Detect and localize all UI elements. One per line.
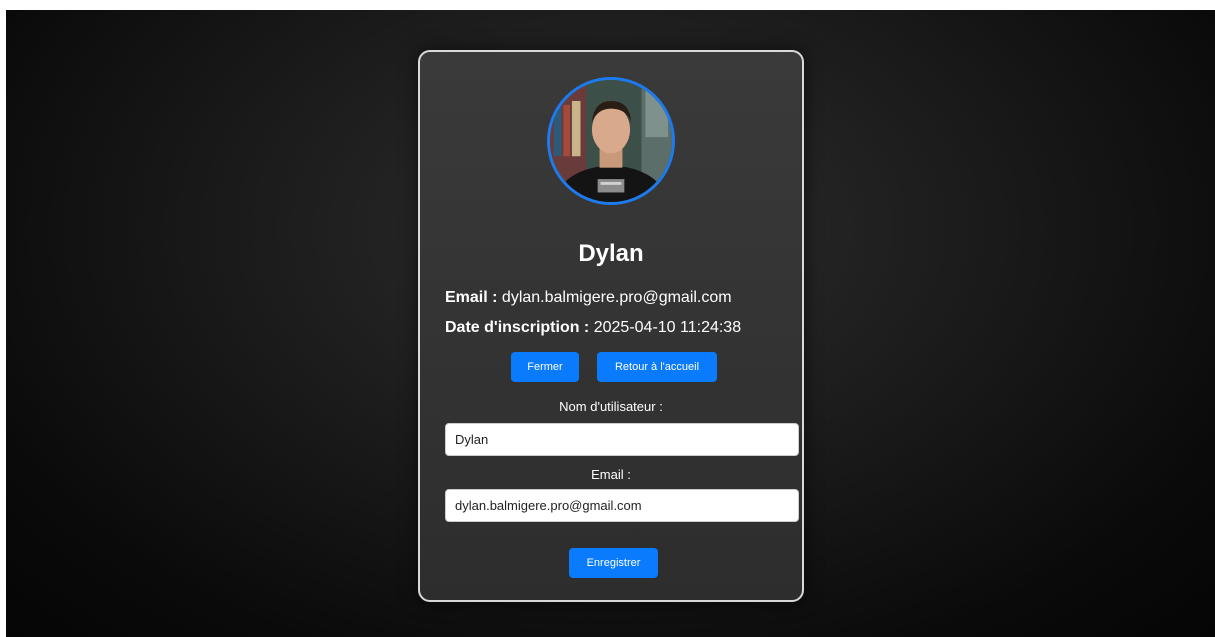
- email-input[interactable]: [445, 489, 799, 522]
- save-button[interactable]: Enregistrer: [569, 548, 658, 578]
- profile-name: Dylan: [578, 240, 644, 267]
- profile-email-value: dylan.balmigere.pro@gmail.com: [501, 289, 732, 306]
- profile-email-line: Email : dylan.balmigere.pro@gmail.com: [445, 289, 732, 307]
- username-label: Nom d'utilisateur :: [559, 399, 663, 414]
- avatar-photo: [550, 80, 672, 202]
- profile-email-label: Email :: [445, 289, 498, 306]
- profile-card: Dylan Email : dylan.balmigere.pro@gmail.…: [418, 50, 804, 602]
- profile-date-value: 2025-04-10 11:24:38: [593, 319, 742, 336]
- username-input[interactable]: [445, 423, 799, 456]
- page-background: Dylan Email : dylan.balmigere.pro@gmail.…: [6, 10, 1215, 637]
- back-home-button[interactable]: Retour à l'accueil: [597, 352, 717, 382]
- email-label: Email :: [591, 467, 631, 482]
- profile-date-label: Date d'inscription :: [445, 319, 590, 336]
- profile-date-line: Date d'inscription : 2025-04-10 11:24:38: [445, 319, 741, 337]
- close-button[interactable]: Fermer: [511, 352, 579, 382]
- avatar: [547, 77, 675, 205]
